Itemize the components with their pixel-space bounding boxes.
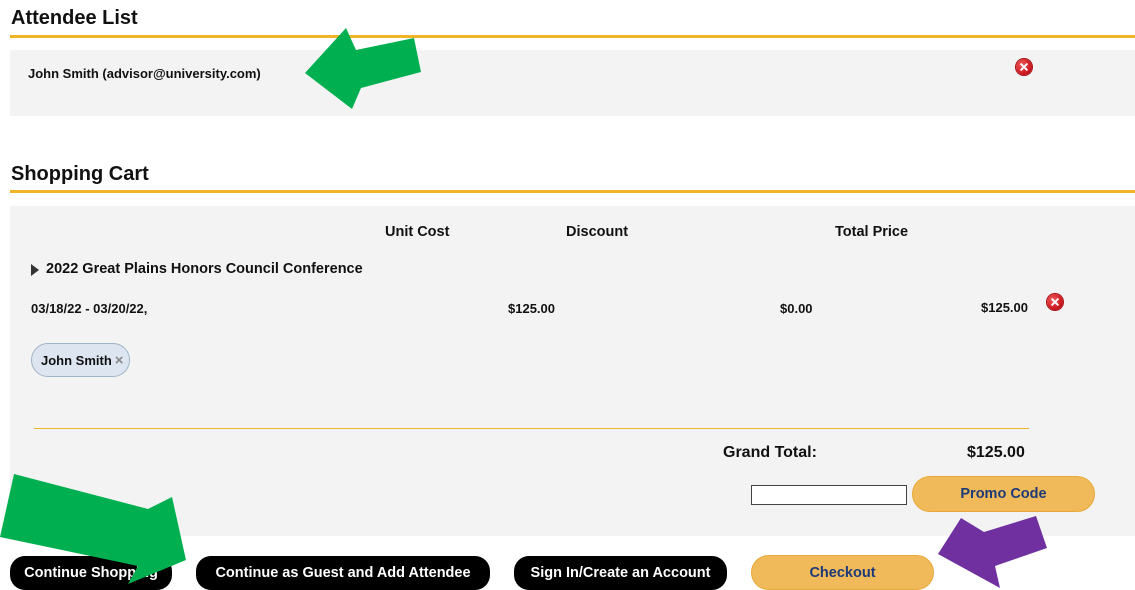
purple-arrow-promo — [938, 516, 1047, 588]
green-arrow-guest-button — [0, 474, 186, 584]
annotation-arrows — [0, 28, 1047, 588]
green-arrow-attendee — [305, 28, 421, 109]
